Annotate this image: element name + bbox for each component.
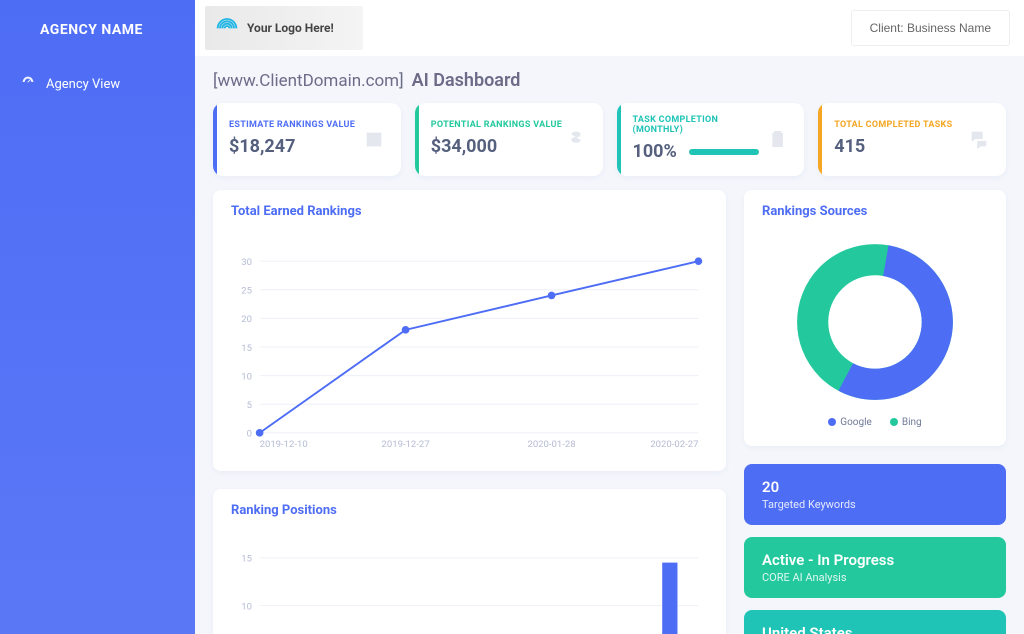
- card-title: Ranking Positions: [213, 489, 726, 518]
- dashboard-grid: Total Earned Rankings: [213, 190, 1006, 634]
- main: Your Logo Here! Client: Business Name [w…: [195, 0, 1024, 634]
- kpi-label: POTENTIAL RANKINGS VALUE: [431, 120, 562, 130]
- svg-text:25: 25: [241, 286, 252, 297]
- svg-text:2019-12-27: 2019-12-27: [382, 439, 430, 450]
- kpi-total-tasks: TOTAL COMPLETED TASKS 415: [818, 103, 1006, 176]
- kpi-task-completion: TASK COMPLETION (MONTHLY) 100%: [617, 103, 805, 176]
- svg-text:15: 15: [241, 343, 252, 354]
- tile-value: Active - In Progress: [762, 551, 988, 569]
- kpi-value: 100%: [633, 141, 767, 162]
- kpi-row: ESTIMATE RANKINGS VALUE $18,247 POTENTIA…: [213, 103, 1006, 176]
- kpi-estimate-rankings: ESTIMATE RANKINGS VALUE $18,247: [213, 103, 401, 176]
- donut-chart: Google Bing: [744, 219, 1006, 446]
- legend-item-bing: Bing: [890, 417, 922, 428]
- calendar-icon: [363, 128, 385, 150]
- kpi-label: TASK COMPLETION (MONTHLY): [633, 115, 767, 135]
- kpi-potential-rankings: POTENTIAL RANKINGS VALUE $34,000: [415, 103, 603, 176]
- svg-text:2020-02-27: 2020-02-27: [650, 439, 698, 450]
- card-rankings-sources: Rankings Sources Google Bing: [744, 190, 1006, 446]
- svg-text:20: 20: [241, 314, 252, 325]
- tile-value: United States: [762, 624, 988, 634]
- sidebar-item-label: Agency View: [46, 77, 120, 92]
- svg-text:5: 5: [247, 400, 252, 411]
- fingerprint-icon: [213, 12, 241, 44]
- kpi-label: TOTAL COMPLETED TASKS: [834, 120, 952, 130]
- sidebar-item-agency-view[interactable]: Agency View: [0, 64, 195, 104]
- gauge-icon: [20, 74, 36, 94]
- tile-label: CORE AI Analysis: [762, 571, 988, 584]
- tile-value: 20: [762, 478, 988, 496]
- column-right: Rankings Sources Google Bing: [744, 190, 1006, 634]
- dollar-icon: [565, 128, 587, 150]
- legend-item-google: Google: [828, 417, 872, 428]
- tile-label: Targeted Keywords: [762, 498, 988, 511]
- kpi-label: ESTIMATE RANKINGS VALUE: [229, 120, 355, 130]
- svg-text:15: 15: [241, 554, 252, 565]
- svg-text:2020-01-28: 2020-01-28: [527, 439, 575, 450]
- bar-chart: 15 10: [213, 518, 726, 634]
- column-left: Total Earned Rankings: [213, 190, 726, 634]
- card-title: Rankings Sources: [744, 190, 1006, 219]
- clipboard-icon: [767, 128, 788, 150]
- kpi-value: $18,247: [229, 136, 355, 157]
- page-title: AI Dashboard: [412, 70, 521, 91]
- card-ranking-positions: Ranking Positions 15 10: [213, 489, 726, 634]
- client-select-button[interactable]: Client: Business Name: [851, 10, 1010, 46]
- page-title-row: [www.ClientDomain.com] AI Dashboard: [213, 70, 1006, 91]
- tile-country[interactable]: United States: [744, 610, 1006, 634]
- tile-status[interactable]: Active - In Progress CORE AI Analysis: [744, 537, 1006, 598]
- svg-text:10: 10: [241, 601, 252, 612]
- kpi-value: 415: [834, 136, 952, 157]
- donut-legend: Google Bing: [828, 417, 921, 428]
- app-root: AGENCY NAME Agency View Your Logo Here! …: [0, 0, 1024, 634]
- content: [www.ClientDomain.com] AI Dashboard ESTI…: [195, 56, 1024, 634]
- logo-text: Your Logo Here!: [247, 21, 334, 35]
- kpi-value-text: 100%: [633, 141, 677, 162]
- tile-targeted-keywords[interactable]: 20 Targeted Keywords: [744, 464, 1006, 525]
- svg-text:10: 10: [241, 371, 252, 382]
- agency-name: AGENCY NAME: [0, 0, 195, 64]
- svg-text:2019-12-10: 2019-12-10: [260, 439, 308, 450]
- chat-icon: [968, 128, 990, 150]
- logo-placeholder: Your Logo Here!: [205, 6, 363, 50]
- kpi-value: $34,000: [431, 136, 562, 157]
- svg-text:0: 0: [247, 429, 252, 440]
- card-title: Total Earned Rankings: [213, 190, 726, 219]
- svg-text:30: 30: [241, 257, 252, 268]
- topbar: Your Logo Here! Client: Business Name: [195, 0, 1024, 56]
- sidebar: AGENCY NAME Agency View: [0, 0, 195, 634]
- progress-bar: [689, 149, 759, 155]
- line-chart: 30 25 20 15 10 5 0 2019-12-10 2019-12-27: [213, 219, 726, 471]
- client-domain: [www.ClientDomain.com]: [213, 71, 404, 91]
- card-earned-rankings: Total Earned Rankings: [213, 190, 726, 471]
